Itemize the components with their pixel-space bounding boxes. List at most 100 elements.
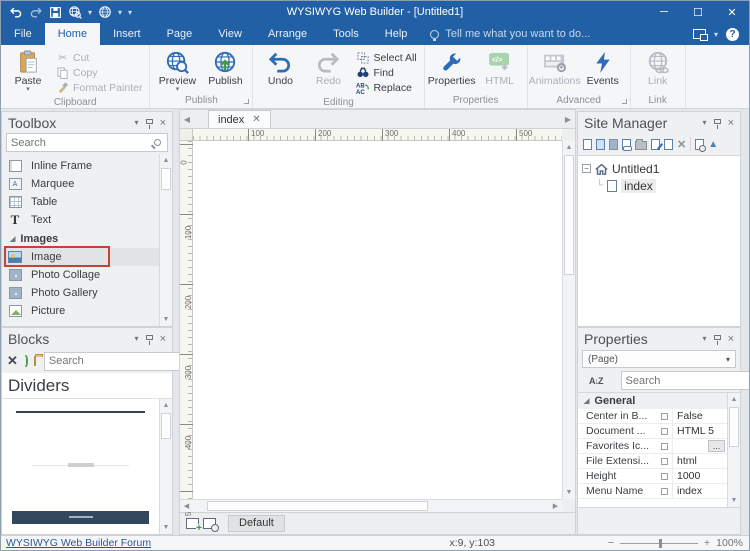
select-all-button[interactable]: Select All [353,50,419,65]
advanced-dialog-launcher-icon[interactable] [622,99,627,104]
blocks-search-input[interactable] [45,355,195,367]
blocks-delete-icon[interactable]: ✕ [7,353,18,369]
scroll-right-icon[interactable]: ▶ [549,502,562,510]
sort-az-icon[interactable]: A↓Z [589,376,603,386]
blocks-menu-icon[interactable]: ▾ [135,334,139,343]
divider-preview-3[interactable] [12,511,149,524]
customize-qat-icon[interactable]: ▾ [128,8,132,17]
divider-preview-2[interactable] [32,465,129,466]
clone-page-icon[interactable] [664,139,673,150]
property-row-file-extension[interactable]: File Extensi... html [578,454,727,469]
zoom-slider-thumb[interactable] [659,539,662,548]
toolbox-pin-icon[interactable] [146,119,153,124]
toolbox-item-photo-gallery[interactable]: Photo Gallery [2,284,159,302]
toolbox-item-image[interactable]: Image [2,248,159,266]
toolbox-search-input[interactable] [7,137,154,149]
browse-button[interactable]: ... [708,440,725,452]
html-button[interactable]: </> HTML [477,47,523,87]
toolbox-search[interactable] [6,133,168,152]
scroll-thumb[interactable] [161,413,171,439]
properties-pin-icon[interactable] [714,335,721,340]
new-page-icon[interactable] [583,139,592,150]
maximize-button[interactable]: ☐ [681,1,715,23]
tab-scroll-right-icon[interactable]: ▶ [561,110,575,128]
document-tab-index[interactable]: index ✕ [208,110,271,128]
replace-button[interactable]: ABAC Replace [353,80,419,95]
format-painter-button[interactable]: Format Painter [53,80,145,95]
display-mode-icon[interactable] [693,29,706,39]
scroll-thumb[interactable] [729,407,739,447]
properties-button[interactable]: Properties [429,47,475,87]
site-manager-pin-icon[interactable] [714,119,721,124]
scroll-up-icon[interactable]: ▲ [563,141,575,154]
site-tree-page-index[interactable]: └ index [582,177,736,194]
toolbox-item-photo-collage[interactable]: Photo Collage [2,266,159,284]
canvas-horizontal-scrollbar[interactable]: ◀ ▶ [180,499,562,512]
toolbox-item-picture[interactable]: Picture [2,302,159,320]
help-icon[interactable]: ? [726,28,739,41]
manage-breakpoints-icon[interactable] [203,518,216,529]
site-tree-root[interactable]: − Untitled1 [582,160,736,177]
publish-icon[interactable] [98,4,112,20]
zoom-out-icon[interactable]: − [608,537,614,549]
close-button[interactable]: ✕ [715,1,749,23]
tab-file[interactable]: File [1,23,45,45]
property-row-height[interactable]: Height 1000 [578,469,727,484]
properties-menu-icon[interactable]: ▾ [703,334,707,343]
preview-button[interactable]: Preview ▾ [154,47,200,93]
scroll-thumb[interactable] [207,501,428,511]
redo-button[interactable]: Redo [305,47,351,87]
delete-page-icon[interactable]: ✕ [677,138,686,151]
properties-scrollbar[interactable]: ▲ ▼ [727,393,740,507]
new-folder-icon[interactable] [635,141,647,150]
redo-icon[interactable] [29,4,43,20]
zoom-in-icon[interactable]: + [704,537,710,549]
toolbox-close-icon[interactable]: × [160,118,166,128]
scroll-thumb[interactable] [161,168,171,190]
collapse-icon[interactable]: − [582,164,591,173]
page-link-icon[interactable] [622,139,631,150]
toolbox-scrollbar[interactable]: ▲ ▼ [159,154,172,326]
paste-button[interactable]: Paste ▾ [5,47,51,93]
property-row-center-in-browser[interactable]: Center in B... False [578,409,727,424]
copy-button[interactable]: Copy [53,65,145,80]
page-canvas[interactable] [193,141,562,499]
tab-view[interactable]: View [205,23,255,45]
display-mode-dropdown-icon[interactable]: ▾ [714,30,718,39]
scroll-down-icon[interactable]: ▼ [563,486,575,499]
minimize-button[interactable]: ─ [647,1,681,23]
master-page-icon[interactable] [609,139,618,150]
scroll-up-icon[interactable]: ▲ [160,399,172,412]
scroll-down-icon[interactable]: ▼ [728,494,740,507]
scroll-left-icon[interactable]: ◀ [180,502,193,510]
blocks-scrollbar[interactable]: ▲ ▼ [159,399,172,534]
properties-section-general[interactable]: ◢ General [578,393,727,409]
publish-button[interactable]: Publish [202,47,248,87]
publish-dialog-launcher-icon[interactable] [244,99,249,104]
link-button[interactable]: Link [635,47,681,87]
animations-button[interactable]: Animations [532,47,578,87]
publish-dropdown-icon[interactable]: ▾ [118,8,122,17]
tell-me-box[interactable]: Tell me what you want to do... [420,23,600,45]
preview-icon[interactable] [68,4,82,20]
toolbox-item-text[interactable]: T Text [2,211,159,229]
ruler-origin-box[interactable] [180,129,193,141]
blocks-close-icon[interactable]: × [160,334,166,344]
scroll-thumb[interactable] [564,155,574,275]
tab-help[interactable]: Help [372,23,421,45]
properties-close-icon[interactable]: × [728,334,734,344]
tab-tools[interactable]: Tools [320,23,372,45]
properties-search[interactable] [621,371,750,390]
edit-page-icon[interactable] [651,139,660,150]
canvas-vertical-scrollbar[interactable]: ▲ ▼ [562,141,575,499]
properties-search-input[interactable] [622,375,750,387]
site-manager-menu-icon[interactable]: ▾ [703,118,707,127]
tab-close-icon[interactable]: ✕ [252,114,260,125]
property-row-document-type[interactable]: Document ... HTML 5 [578,424,727,439]
tab-insert[interactable]: Insert [100,23,154,45]
forum-link[interactable]: WYSIWYG Web Builder Forum [1,537,151,549]
toolbox-section-images[interactable]: ◢ Images [2,229,159,248]
property-row-menu-name[interactable]: Menu Name index [578,484,727,499]
toolbox-item-table[interactable]: Table [2,193,159,211]
zoom-slider[interactable] [620,543,698,544]
